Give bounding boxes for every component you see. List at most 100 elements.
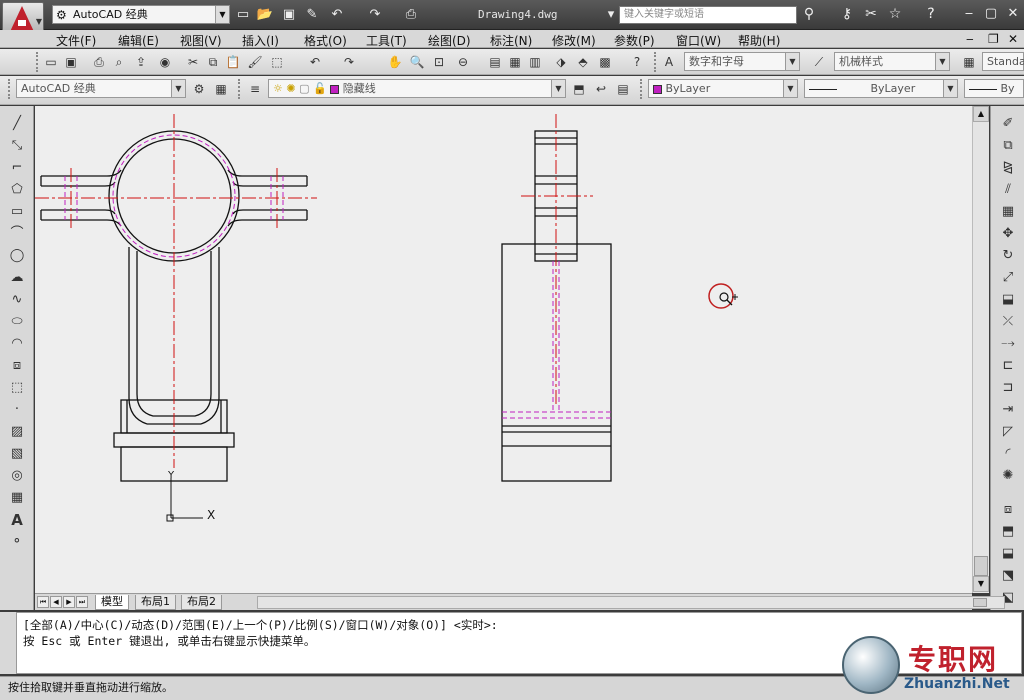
first-tab-icon[interactable]: ⏮ [37, 596, 49, 608]
open-icon[interactable]: 📂 [256, 6, 274, 24]
pan-icon[interactable]: ✋ [386, 53, 404, 71]
next-tab-icon[interactable]: ▶ [63, 596, 75, 608]
menu-help[interactable]: 帮助(H) [738, 32, 780, 49]
region-icon[interactable]: ◎ [7, 466, 27, 486]
toolbar-grip[interactable] [654, 52, 658, 72]
hscroll-thumb[interactable] [973, 598, 987, 607]
mirror-icon[interactable]: ⧎ [998, 158, 1018, 178]
tool-palettes-icon[interactable]: ▥ [526, 53, 544, 71]
prev-tab-icon[interactable]: ◀ [50, 596, 62, 608]
linetype-select[interactable]: ByLayer ▼ [804, 79, 958, 98]
subscription-key-icon[interactable]: ⚷ [838, 6, 856, 22]
plot-icon[interactable]: ⎙ [402, 6, 420, 24]
menu-draw[interactable]: 绘图(D) [428, 32, 471, 49]
close-button[interactable]: ✕ [1004, 5, 1022, 23]
gradient-icon[interactable]: ▧ [7, 444, 27, 464]
paste-icon[interactable]: 📋 [224, 53, 242, 71]
communication-icon[interactable]: ✂ [862, 6, 880, 22]
workspace-settings-icon[interactable]: ⚙ [190, 80, 208, 98]
menu-modify[interactable]: 修改(M) [552, 32, 596, 49]
above-object-icon[interactable]: ⬔ [998, 566, 1018, 586]
array-icon[interactable]: ▦ [998, 202, 1018, 222]
help-icon[interactable]: ? [922, 6, 940, 22]
menu-edit[interactable]: 编辑(E) [118, 32, 159, 49]
workspace-toolbar-select[interactable]: AutoCAD 经典 ▼ [16, 79, 186, 98]
preview-icon[interactable]: ⌕ [110, 53, 128, 71]
color-select[interactable]: ByLayer ▼ [648, 79, 798, 98]
help-icon[interactable]: ? [628, 53, 646, 71]
3d-dwf-icon[interactable]: ◉ [156, 53, 174, 71]
block-editor-icon[interactable]: ⬚ [268, 53, 286, 71]
tab-layout2[interactable]: 布局2 [181, 595, 222, 610]
minimize-button[interactable]: ‒ [960, 5, 978, 23]
help-search-input[interactable]: 键入关键字或短语 [619, 6, 797, 24]
text-style-icon[interactable]: A [660, 53, 678, 71]
layer-select[interactable]: ☼ ✺ ▢ 🔓 隐藏线 ▼ [268, 79, 566, 98]
zoom-previous-icon[interactable]: ⊖ [454, 53, 472, 71]
construction-line-icon[interactable]: ⤡ [7, 136, 27, 156]
toolbar-grip[interactable] [8, 79, 12, 99]
add-selected-icon[interactable]: ⚬ [7, 532, 27, 552]
toolbar-grip[interactable] [238, 79, 242, 99]
workspace-select[interactable]: ⚙ AutoCAD 经典 ▼ [52, 5, 230, 24]
vertical-scrollbar[interactable]: ▲ ▼ [972, 106, 989, 593]
tab-model[interactable]: 模型 [95, 595, 129, 610]
save-icon[interactable]: ▣ [280, 6, 298, 24]
table-style-select[interactable]: Standa [982, 52, 1024, 71]
calculator-icon[interactable]: ▩ [596, 53, 614, 71]
polyline-icon[interactable]: ⌐ [7, 158, 27, 178]
layer-properties-icon[interactable]: ≡ [246, 80, 264, 98]
menu-format[interactable]: 格式(O) [304, 32, 347, 49]
scale-icon[interactable]: ⤢ [998, 268, 1018, 288]
save-icon[interactable]: ▣ [62, 53, 80, 71]
table-icon[interactable]: ▦ [7, 488, 27, 508]
polygon-icon[interactable]: ⬠ [7, 180, 27, 200]
copy-object-icon[interactable]: ⧉ [998, 136, 1018, 156]
table-style-icon[interactable]: ▦ [960, 53, 978, 71]
layer-states-icon[interactable]: ▤ [614, 80, 632, 98]
menu-view[interactable]: 视图(V) [180, 32, 222, 49]
offset-icon[interactable]: ⫽ [998, 180, 1018, 200]
menu-parametric[interactable]: 参数(P) [614, 32, 655, 49]
binoculars-icon[interactable]: ⚲ [800, 6, 818, 22]
menu-dimension[interactable]: 标注(N) [490, 32, 532, 49]
save-as-icon[interactable]: ✎ [303, 6, 321, 24]
toolbar-grip[interactable] [36, 52, 40, 72]
dropdown-icon[interactable]: ▾ [602, 6, 620, 24]
point-icon[interactable]: · [7, 400, 27, 420]
fillet-icon[interactable]: ◜ [998, 444, 1018, 464]
tab-layout1[interactable]: 布局1 [135, 595, 176, 610]
cut-icon[interactable]: ✂ [184, 53, 202, 71]
properties-icon[interactable]: ▤ [486, 53, 504, 71]
make-block-icon[interactable]: ⬚ [7, 378, 27, 398]
lineweight-select[interactable]: By [964, 79, 1024, 98]
chamfer-icon[interactable]: ◸ [998, 422, 1018, 442]
make-current-icon[interactable]: ⬒ [570, 80, 588, 98]
model-space-canvas[interactable]: Y X [35, 106, 972, 593]
menu-window[interactable]: 窗口(W) [676, 32, 721, 49]
ellipse-icon[interactable]: ⬭ [7, 312, 27, 332]
spline-icon[interactable]: ∿ [7, 290, 27, 310]
publish-icon[interactable]: ⇪ [132, 53, 150, 71]
undo-icon[interactable]: ↶ [328, 6, 346, 24]
sheet-set-icon[interactable]: ⬗ [552, 53, 570, 71]
line-icon[interactable]: ╱ [7, 114, 27, 134]
horizontal-scrollbar[interactable] [257, 596, 1005, 609]
qnew-icon[interactable]: ▭ [42, 53, 60, 71]
zoom-window-icon[interactable]: ⊡ [430, 53, 448, 71]
design-center-icon[interactable]: ▦ [506, 53, 524, 71]
break-at-point-icon[interactable]: ⊏ [998, 356, 1018, 376]
redo-icon[interactable]: ↷ [366, 6, 384, 24]
layer-previous-icon[interactable]: ↩ [592, 80, 610, 98]
ellipse-arc-icon[interactable]: ◠ [7, 334, 27, 354]
zoom-realtime-icon[interactable]: 🔍 [408, 53, 426, 71]
insert-block-icon[interactable]: ⧈ [7, 356, 27, 376]
copy-icon[interactable]: ⧉ [204, 53, 222, 71]
doc-close-button[interactable]: ✕ [1008, 32, 1018, 46]
text-style-select[interactable]: 数字和字母 ▼ [684, 52, 800, 71]
arc-icon[interactable]: ⌒ [7, 224, 27, 244]
draw-order-icon[interactable]: ⧈ [998, 500, 1018, 520]
rectangle-icon[interactable]: ▭ [7, 202, 27, 222]
explode-icon[interactable]: ✺ [998, 466, 1018, 486]
multiline-text-icon[interactable]: A [7, 510, 27, 530]
